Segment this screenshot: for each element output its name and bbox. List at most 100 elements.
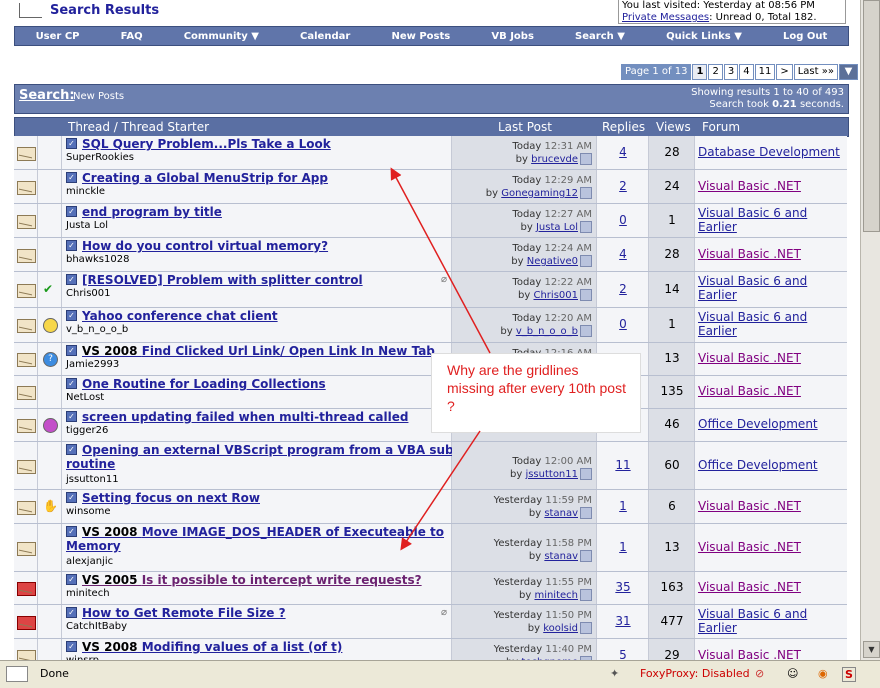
pager-page-2[interactable]: 2 bbox=[708, 64, 723, 80]
forum-name[interactable]: Visual Basic .NET bbox=[698, 384, 801, 398]
replies-link[interactable]: 31 bbox=[597, 614, 649, 628]
thread-title[interactable]: Move IMAGE_DOS_HEADER of Executeable to bbox=[142, 525, 444, 539]
last-post-user-link[interactable]: stanav bbox=[544, 551, 578, 562]
thread-starter[interactable]: alexjanjic bbox=[66, 556, 113, 567]
replies-link[interactable]: 0 bbox=[597, 317, 649, 331]
forum-link[interactable]: Database Development bbox=[698, 145, 843, 159]
replies-link[interactable]: 1 bbox=[597, 540, 649, 554]
thread-checkbox-icon[interactable]: ✓ bbox=[66, 378, 77, 389]
foxyproxy-status[interactable]: FoxyProxy: Disabled bbox=[640, 667, 750, 680]
thread-starter[interactable]: v_b_n_o_o_b bbox=[66, 324, 128, 335]
forum-link[interactable]: Visual Basic .NET bbox=[698, 179, 843, 193]
thread-title-link[interactable]: screen updating failed when multi-thread… bbox=[82, 410, 408, 424]
pager-last[interactable]: Last »» bbox=[793, 64, 838, 80]
last-post-user-link[interactable]: Chris001 bbox=[533, 290, 578, 301]
thread-checkbox-icon[interactable]: ✓ bbox=[66, 345, 77, 356]
go-to-last-post-icon[interactable] bbox=[580, 467, 592, 480]
forum-name[interactable]: Visual Basic 6 and bbox=[698, 274, 807, 288]
col-replies[interactable]: Replies bbox=[602, 120, 645, 134]
thread-starter[interactable]: Justa Lol bbox=[66, 220, 108, 231]
replies-link[interactable]: 1 bbox=[597, 499, 649, 513]
forum-link[interactable]: Visual Basic .NET bbox=[698, 351, 843, 365]
replies-link[interactable]: 2 bbox=[597, 282, 649, 296]
thread-title-cont[interactable]: routine bbox=[66, 457, 115, 471]
thread-title[interactable]: How to Get Remote File Size ? bbox=[82, 606, 286, 620]
forum-name-cont[interactable]: Earlier bbox=[698, 288, 737, 302]
thread-title-link[interactable]: [RESOLVED] Problem with splitter control bbox=[82, 273, 363, 287]
nav-community[interactable]: Community ▼ bbox=[184, 31, 259, 42]
nav-calendar[interactable]: Calendar bbox=[300, 31, 350, 42]
thread-title[interactable]: end program by title bbox=[82, 205, 222, 219]
thread-checkbox-icon[interactable]: ✓ bbox=[66, 172, 77, 183]
thread-starter[interactable]: SuperRookies bbox=[66, 152, 134, 163]
thread-starter[interactable]: jssutton11 bbox=[66, 474, 119, 485]
pager-dropdown-icon[interactable]: ▼ bbox=[838, 64, 858, 80]
thread-checkbox-icon[interactable]: ✓ bbox=[66, 240, 77, 251]
forum-link[interactable]: Visual Basic .NET bbox=[698, 247, 843, 261]
go-to-last-post-icon[interactable] bbox=[580, 221, 592, 233]
col-forum[interactable]: Forum bbox=[702, 120, 740, 134]
last-post-user-link[interactable]: Justa Lol bbox=[536, 222, 578, 233]
thread-starter[interactable]: bhawks1028 bbox=[66, 254, 129, 265]
go-to-last-post-icon[interactable] bbox=[580, 589, 592, 601]
pager-page-4[interactable]: 4 bbox=[739, 64, 754, 80]
forum-name-cont[interactable]: Earlier bbox=[698, 324, 737, 338]
forum-name[interactable]: Visual Basic .NET bbox=[698, 648, 801, 661]
col-views[interactable]: Views bbox=[656, 120, 691, 134]
forum-link[interactable]: Visual Basic .NET bbox=[698, 384, 843, 398]
thread-starter[interactable]: Chris001 bbox=[66, 288, 111, 299]
thread-title[interactable]: Is it possible to intercept write reques… bbox=[142, 573, 422, 587]
last-post-user-link[interactable]: jssutton11 bbox=[525, 469, 578, 480]
thread-starter[interactable]: CatchItBaby bbox=[66, 621, 127, 632]
thread-checkbox-icon[interactable]: ✓ bbox=[66, 641, 77, 652]
thread-checkbox-icon[interactable]: ✓ bbox=[66, 138, 77, 149]
thread-title-link[interactable]: VS 2008 Move IMAGE_DOS_HEADER of Execute… bbox=[66, 525, 444, 553]
forum-link[interactable]: Visual Basic 6 and Earlier bbox=[698, 310, 843, 338]
search-title-link[interactable]: Search: bbox=[19, 88, 75, 103]
scrollbar-thumb[interactable] bbox=[863, 0, 880, 232]
forum-link[interactable]: Visual Basic 6 and Earlier bbox=[698, 206, 843, 234]
forum-name[interactable]: Visual Basic .NET bbox=[698, 540, 801, 554]
thread-checkbox-icon[interactable]: ✓ bbox=[66, 574, 77, 585]
forum-name[interactable]: Visual Basic .NET bbox=[698, 247, 801, 261]
last-post-user-link[interactable]: Gonegaming12 bbox=[501, 188, 578, 199]
thread-checkbox-icon[interactable]: ✓ bbox=[66, 607, 77, 618]
last-post-user-link[interactable]: Negative0 bbox=[527, 256, 578, 267]
go-to-last-post-icon[interactable] bbox=[580, 549, 592, 562]
thread-checkbox-icon[interactable]: ✓ bbox=[66, 274, 77, 285]
go-to-last-post-icon[interactable] bbox=[580, 255, 592, 267]
thread-title-link[interactable]: VS 2005 Is it possible to intercept writ… bbox=[82, 573, 422, 587]
s-icon[interactable]: S bbox=[842, 667, 856, 682]
thread-title[interactable]: screen updating failed when multi-thread… bbox=[82, 410, 408, 424]
scrollbar[interactable]: ▼ bbox=[860, 0, 880, 660]
thread-title[interactable]: Creating a Global MenuStrip for App bbox=[82, 171, 328, 185]
thread-checkbox-icon[interactable]: ✓ bbox=[66, 526, 77, 537]
col-thread[interactable]: Thread / Thread Starter bbox=[68, 120, 209, 134]
private-messages-link[interactable]: Private Messages bbox=[622, 12, 709, 23]
forum-name-cont[interactable]: Earlier bbox=[698, 621, 737, 635]
thread-title-link[interactable]: VS 2008 Modifing values of a list (of t) bbox=[82, 640, 342, 654]
forum-link[interactable]: Visual Basic .NET bbox=[698, 499, 843, 513]
thread-title-link[interactable]: VS 2008 Find Clicked Url Link/ Open Link… bbox=[82, 344, 435, 358]
thread-title[interactable]: SQL Query Problem...Pls Take a Look bbox=[82, 137, 331, 151]
nav-vb-jobs[interactable]: VB Jobs bbox=[491, 31, 534, 42]
replies-link[interactable]: 5 bbox=[597, 648, 649, 661]
thread-starter[interactable]: tigger26 bbox=[66, 425, 108, 436]
block-icon[interactable]: ⊘ bbox=[755, 667, 764, 680]
forum-link[interactable]: Visual Basic 6 and Earlier bbox=[698, 274, 843, 302]
replies-link[interactable]: 2 bbox=[597, 179, 649, 193]
forum-name[interactable]: Visual Basic 6 and bbox=[698, 607, 807, 621]
forum-name[interactable]: Office Development bbox=[698, 417, 818, 431]
nav-quick-links[interactable]: Quick Links ▼ bbox=[666, 31, 742, 42]
col-lastpost[interactable]: Last Post bbox=[498, 120, 552, 134]
go-to-last-post-icon[interactable] bbox=[580, 325, 592, 337]
forum-name[interactable]: Database Development bbox=[698, 145, 840, 159]
thread-title-link[interactable]: How to Get Remote File Size ? bbox=[82, 606, 286, 620]
thread-starter[interactable]: NetLost bbox=[66, 392, 104, 403]
scroll-down-icon[interactable]: ▼ bbox=[863, 641, 880, 658]
thread-title[interactable]: Setting focus on next Row bbox=[82, 491, 260, 505]
firefox-icon[interactable]: ◉ bbox=[818, 667, 828, 680]
forum-name[interactable]: Visual Basic .NET bbox=[698, 580, 801, 594]
forum-name[interactable]: Visual Basic 6 and bbox=[698, 206, 807, 220]
thread-title[interactable]: How do you control virtual memory? bbox=[82, 239, 328, 253]
